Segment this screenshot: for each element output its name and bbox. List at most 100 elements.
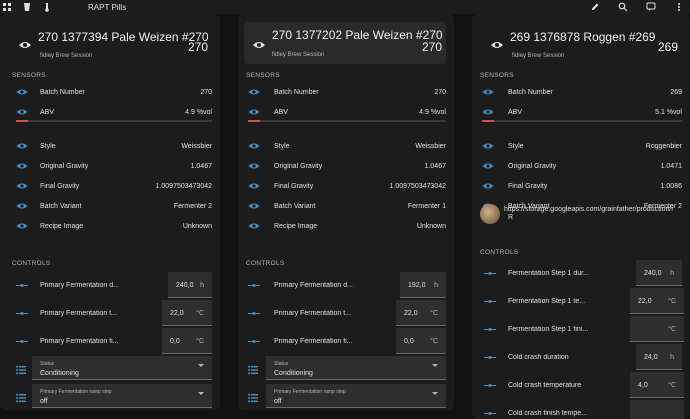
control-row: Primary Fermentation t... 22,0 °C: [238, 300, 454, 326]
thermometer-icon[interactable]: [40, 0, 54, 14]
chat-icon[interactable]: [644, 0, 658, 14]
input-unit: h: [670, 354, 674, 361]
sensor-row-original-gravity[interactable]: Original Gravity 1.0467: [0, 156, 220, 176]
sensor-value: 1.0097503473042: [389, 182, 446, 190]
sensor-row-recipe-image[interactable]: Recipe Image Unknown: [0, 216, 220, 236]
sensor-row-final-gravity[interactable]: Final Gravity 1.0097503473042: [0, 176, 220, 196]
sensor-label: Style: [40, 142, 56, 150]
number-input[interactable]: 0,0 °C: [162, 328, 212, 354]
input-unit: °C: [668, 298, 676, 305]
slider-icon: [484, 412, 496, 415]
sensor-value: Unknown: [416, 222, 446, 230]
sensor-row-style[interactable]: Style Weissbier: [0, 136, 220, 156]
control-row: Primary Fermentation t... 22,0 °C: [0, 300, 220, 326]
sensor-row-style[interactable]: Style Weissbier: [238, 136, 454, 156]
sensor-row-batch-number[interactable]: Batch Number 270: [0, 82, 220, 102]
input-value: 240,0: [176, 282, 194, 289]
sensor-label: Batch Number: [274, 88, 319, 96]
sensor-value: 270: [200, 88, 212, 96]
number-input[interactable]: 4,0 °C: [630, 372, 684, 398]
number-input[interactable]: 0,0 °C: [396, 328, 446, 354]
sensor-row-abv[interactable]: ABV 4.9 %vol: [238, 102, 454, 122]
list-icon: [16, 366, 26, 374]
sensor-label: ABV: [274, 108, 289, 116]
sensor-row-final-gravity[interactable]: Final Gravity 1.0097503473042: [238, 176, 454, 196]
input-unit: °C: [668, 326, 676, 333]
number-input[interactable]: [630, 400, 684, 419]
ramp-step-select[interactable]: Primary Fermentation ramp step off: [32, 384, 212, 408]
number-input[interactable]: 192,0 h: [400, 272, 446, 298]
sensor-value: 1.0086: [660, 182, 682, 190]
input-value: 22,0: [638, 298, 652, 305]
dashboard-icon[interactable]: [0, 0, 14, 14]
sensor-row-abv[interactable]: ABV 4.9 %vol: [0, 102, 220, 122]
number-input[interactable]: 240,0 h: [168, 272, 212, 298]
eye-icon: [248, 223, 260, 229]
number-input[interactable]: 22,0 °C: [396, 300, 446, 326]
sensor-row-batch-number[interactable]: Batch Number 270: [238, 82, 454, 102]
sensor-label: ABV: [508, 108, 523, 116]
select-value: Conditioning: [274, 370, 313, 377]
status-select[interactable]: Status Conditioning: [32, 356, 212, 380]
slider-icon: [248, 312, 260, 315]
sensors-heading: SENSORS: [480, 72, 514, 79]
number-input[interactable]: 22,0 °C: [162, 300, 212, 326]
slider-icon: [248, 340, 260, 343]
sensor-row-batch-number[interactable]: Batch Number 269: [472, 82, 690, 102]
chevron-down-icon: [432, 392, 438, 395]
eye-icon: [248, 183, 260, 189]
search-icon[interactable]: [616, 0, 630, 14]
recipe-image-thumbnail[interactable]: [480, 204, 500, 224]
status-select[interactable]: Status Conditioning: [266, 356, 446, 380]
number-input[interactable]: 24,0 h: [636, 344, 682, 370]
batch-subtitle: fidley Brew Session: [512, 53, 565, 59]
sensor-row-batch-variant[interactable]: Batch Variant Fermenter 1: [238, 196, 454, 216]
select-value: off: [40, 398, 48, 405]
chevron-down-icon: [198, 364, 204, 367]
batch-number-badge: 270: [187, 40, 208, 54]
number-input[interactable]: 240,0 h: [636, 260, 682, 286]
slider-icon: [484, 356, 496, 359]
sensor-row-original-gravity[interactable]: Original Gravity 1.0467: [238, 156, 454, 176]
control-label: Primary Fermentation t...: [40, 310, 118, 317]
select-label: Status: [274, 361, 289, 367]
number-input[interactable]: °C: [630, 316, 684, 342]
card-header[interactable]: 270 1377394 Pale Weizen #270 fidley Brew…: [4, 20, 212, 64]
slider-icon: [484, 384, 496, 387]
input-unit: °C: [430, 338, 438, 345]
control-label: Fermentation Step 1 fini...: [508, 326, 589, 333]
batch-card-270-1377394: 270 1377394 Pale Weizen #270 fidley Brew…: [0, 14, 220, 410]
card-header[interactable]: 269 1376878 Roggen #269 fidley Brew Sess…: [476, 20, 682, 64]
eye-icon: [16, 89, 28, 95]
slider-icon: [248, 284, 260, 287]
cup-icon[interactable]: [20, 0, 34, 14]
eye-icon: [16, 163, 28, 169]
sensor-row-abv[interactable]: ABV 5.1 %vol: [472, 102, 690, 122]
sensor-row-original-gravity[interactable]: Original Gravity 1.0471: [472, 156, 690, 176]
number-input[interactable]: 22,0 °C: [630, 288, 684, 314]
dashboard-title: RAPT Pills: [88, 2, 127, 12]
eye-icon: [16, 183, 28, 189]
card-header[interactable]: 270 1377202 Pale Weizen #270 fidley Brew…: [244, 22, 446, 64]
abv-bar: [248, 120, 446, 122]
eye-icon: [16, 203, 28, 209]
sensor-row-recipe-image[interactable]: Recipe Image Unknown: [238, 216, 454, 236]
slider-icon: [16, 312, 28, 315]
pencil-icon[interactable]: [588, 0, 602, 14]
ramp-step-select[interactable]: Primary Fermentation ramp step off: [266, 384, 446, 408]
control-row: Primary Fermentation fi... 0,0 °C: [238, 328, 454, 354]
batch-title: 269 1376878 Roggen #269: [510, 30, 656, 44]
control-label: Primary Fermentation t...: [274, 310, 352, 317]
input-value: 0,0: [170, 338, 180, 345]
sensor-label: Final Gravity: [508, 182, 548, 190]
more-vert-icon[interactable]: [672, 0, 686, 14]
sensor-value: 1.0097503473042: [155, 182, 212, 190]
eye-icon: [491, 42, 503, 48]
abv-bar: [482, 120, 682, 122]
sensor-row-batch-variant[interactable]: Batch Variant Fermenter 2: [0, 196, 220, 216]
input-unit: °C: [196, 338, 204, 345]
sensor-row-style[interactable]: Style Roggenbier: [472, 136, 690, 156]
sensor-row-final-gravity[interactable]: Final Gravity 1.0086: [472, 176, 690, 196]
sensor-label: Recipe Image: [274, 222, 318, 230]
sensor-label: Batch Number: [508, 88, 553, 96]
